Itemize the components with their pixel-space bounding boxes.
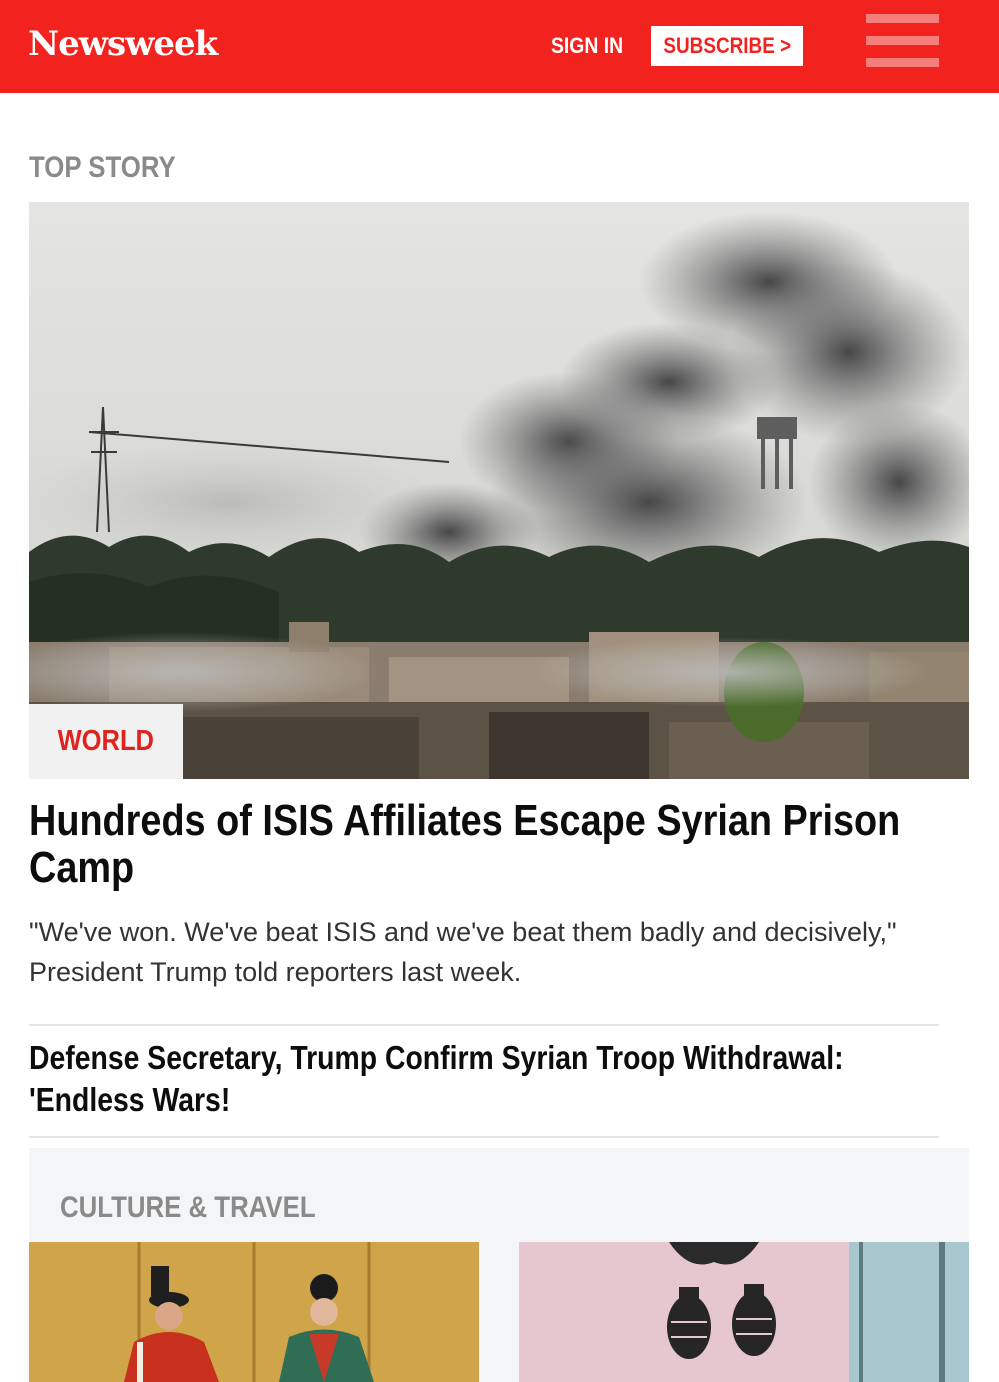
culture-story-thumbnail[interactable]	[29, 1242, 479, 1382]
top-story-headline[interactable]: Hundreds of ISIS Affiliates Escape Syria…	[29, 797, 966, 891]
section-label-top-story: TOP STORY	[29, 151, 176, 184]
ceremony-photo-icon	[29, 1242, 479, 1382]
subscribe-button[interactable]: SUBSCRIBE >	[651, 26, 803, 66]
culture-story-thumbnail[interactable]	[519, 1242, 969, 1382]
smoke-photo-icon	[29, 202, 969, 779]
graffiti-photo-icon	[519, 1242, 969, 1382]
category-label: WORLD	[57, 725, 155, 757]
category-tag-world[interactable]: WORLD	[29, 704, 183, 779]
site-header: Newsweek SIGN IN SUBSCRIBE >	[0, 0, 999, 93]
related-story-headline[interactable]: Defense Secretary, Trump Confirm Syrian …	[29, 1037, 898, 1121]
top-story-image[interactable]	[29, 202, 969, 779]
sign-in-link[interactable]: SIGN IN	[551, 31, 623, 61]
divider	[29, 1024, 939, 1026]
section-label-culture-travel: CULTURE & TRAVEL	[60, 1191, 316, 1224]
subscribe-label: SUBSCRIBE >	[663, 33, 791, 58]
top-story-summary: "We've won. We've beat ISIS and we've be…	[29, 917, 897, 987]
divider	[29, 1136, 939, 1138]
culture-travel-section: CULTURE & TRAVEL	[29, 1148, 969, 1382]
newsweek-logo[interactable]: Newsweek	[28, 24, 218, 64]
hamburger-menu-icon[interactable]	[866, 14, 939, 68]
